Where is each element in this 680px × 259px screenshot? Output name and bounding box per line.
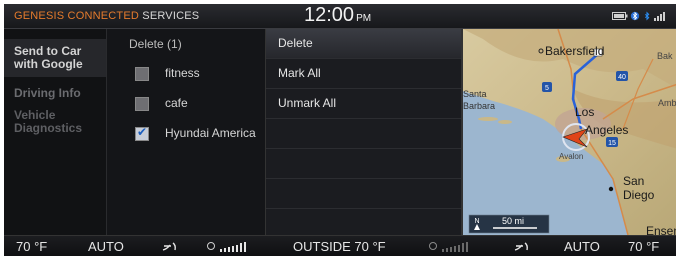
app-title-brand: GENESIS CONNECTED bbox=[14, 10, 140, 22]
side-menu: Send to Car with Google Driving Info Veh… bbox=[4, 29, 106, 235]
airflow-icon[interactable] bbox=[161, 241, 179, 252]
outside-temperature: OUTSIDE 70 °F bbox=[293, 239, 386, 254]
bluetooth-phone-icon bbox=[644, 11, 650, 21]
list-item-label: cafe bbox=[165, 96, 188, 110]
checkbox-checked[interactable] bbox=[135, 125, 149, 141]
side-menu-item-vehicle-diagnostics[interactable]: Vehicle Diagnostics bbox=[14, 109, 94, 135]
menu-item-empty bbox=[266, 179, 462, 209]
navigation-map[interactable]: 5 40 15 Bakersfield Bak Santa Barbara Lo… bbox=[461, 29, 676, 235]
map-label: Bak bbox=[657, 51, 673, 61]
delete-list-panel: Delete (1) fitness cafe Hyundai America bbox=[106, 29, 267, 235]
map-label: San bbox=[623, 174, 644, 188]
map-label: Diego bbox=[623, 188, 655, 202]
menu-item-label: Unmark All bbox=[278, 96, 337, 110]
app-title-service: SERVICES bbox=[139, 10, 200, 22]
status-icons bbox=[612, 11, 668, 21]
list-item-label: fitness bbox=[165, 66, 200, 80]
driver-temp[interactable]: 70 °F bbox=[16, 239, 47, 254]
highway-label: 15 bbox=[608, 140, 616, 147]
passenger-temp[interactable]: 70 °F bbox=[628, 239, 659, 254]
menu-item-mark-all[interactable]: Mark All bbox=[266, 59, 462, 89]
list-row-cafe[interactable]: cafe bbox=[107, 88, 267, 118]
clock-ampm: PM bbox=[356, 13, 372, 24]
menu-item-label: Mark All bbox=[278, 66, 321, 80]
scale-label: 50 mi bbox=[502, 216, 524, 226]
checkbox[interactable] bbox=[135, 97, 149, 111]
bluetooth-icon bbox=[630, 11, 640, 21]
map-label: Ensen bbox=[646, 224, 676, 235]
list-title: Delete (1) bbox=[129, 37, 182, 51]
menu-item-label: Delete bbox=[278, 36, 313, 50]
battery-icon bbox=[612, 12, 628, 20]
side-menu-item-driving-info[interactable]: Driving Info bbox=[14, 87, 81, 100]
list-row-fitness[interactable]: fitness bbox=[107, 58, 267, 88]
map-label: Barbara bbox=[463, 101, 495, 111]
checkbox[interactable] bbox=[135, 67, 149, 81]
map-label: Bakersfield bbox=[545, 44, 604, 58]
menu-item-empty bbox=[266, 149, 462, 179]
passenger-climate-mode[interactable]: AUTO bbox=[564, 239, 600, 254]
clock: 12:00 PM bbox=[304, 4, 371, 27]
options-popup-menu: Delete Mark All Unmark All bbox=[265, 29, 462, 235]
menu-item-delete[interactable]: Delete bbox=[266, 29, 462, 59]
clock-time: 12:00 bbox=[304, 4, 355, 26]
island bbox=[498, 120, 512, 124]
app-title: GENESIS CONNECTED SERVICES bbox=[14, 10, 199, 22]
map-label: Avalon bbox=[559, 152, 583, 161]
map-label: Amb bbox=[658, 98, 676, 108]
north-indicator: N bbox=[474, 218, 479, 225]
map-canvas: 5 40 15 Bakersfield Bak Santa Barbara Lo… bbox=[463, 29, 676, 235]
menu-item-unmark-all[interactable]: Unmark All bbox=[266, 89, 462, 119]
map-label: Los bbox=[575, 105, 594, 119]
infotainment-screen: GENESIS CONNECTED SERVICES 12:00 PM Send … bbox=[4, 4, 676, 256]
climate-bar: 70 °F AUTO OUTSIDE 70 °F AUTO 70 °F bbox=[4, 235, 676, 256]
map-label: Santa bbox=[463, 89, 487, 99]
passenger-fan-speed-icon[interactable] bbox=[428, 241, 474, 253]
status-bar: GENESIS CONNECTED SERVICES 12:00 PM bbox=[4, 4, 676, 29]
list-row-hyundai-america[interactable]: Hyundai America bbox=[107, 118, 267, 148]
highway-label: 5 bbox=[545, 85, 549, 92]
island bbox=[478, 117, 498, 121]
passenger-airflow-icon[interactable] bbox=[513, 241, 531, 252]
side-menu-item-send-to-car[interactable]: Send to Car with Google bbox=[14, 45, 94, 71]
menu-item-empty bbox=[266, 119, 462, 149]
map-label: Angeles bbox=[585, 123, 628, 137]
highway-label: 40 bbox=[618, 74, 626, 81]
list-item-label: Hyundai America bbox=[165, 126, 256, 140]
driver-climate-mode[interactable]: AUTO bbox=[88, 239, 124, 254]
signal-icon bbox=[654, 12, 665, 21]
fan-speed-icon[interactable] bbox=[206, 241, 252, 253]
